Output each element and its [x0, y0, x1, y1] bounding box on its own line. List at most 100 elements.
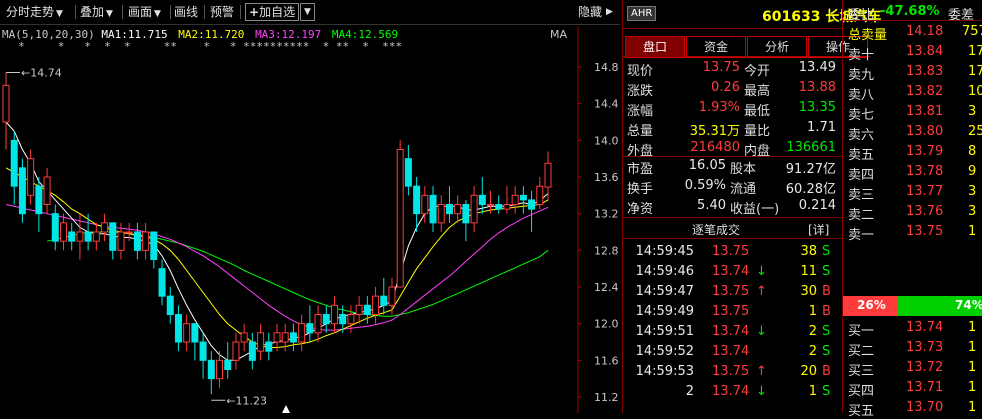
candle[interactable] [207, 351, 215, 395]
trade-side: B [822, 284, 831, 299]
candle[interactable] [445, 186, 453, 223]
candle-body [528, 199, 536, 210]
candle[interactable] [330, 296, 338, 333]
overlay-button[interactable]: 叠加 ▼ [80, 4, 113, 20]
candle[interactable] [322, 305, 330, 333]
candle[interactable] [470, 186, 478, 232]
candle[interactable] [133, 222, 141, 260]
hide-button[interactable]: 隐藏 [578, 4, 602, 20]
trade-side: B [822, 364, 831, 379]
draw-line-button[interactable]: 画线 [174, 4, 198, 20]
overlay-label: 叠加 [80, 5, 105, 19]
panel-divider [842, 0, 843, 413]
candle[interactable] [454, 195, 462, 223]
candle[interactable] [109, 222, 117, 260]
sell-level-label: 卖二 [848, 208, 875, 223]
candle[interactable] [92, 222, 100, 251]
candle-body [183, 323, 191, 343]
candle[interactable] [59, 213, 67, 251]
kline-chart[interactable]: 14.8 14.4 14.0 13.6 13.2 12.8 12.4 12.0 11.6 11.2… [0, 26, 620, 413]
candle[interactable] [388, 277, 396, 315]
candle[interactable] [10, 131, 18, 205]
candle[interactable] [199, 332, 207, 379]
candle-body [363, 304, 371, 316]
candle[interactable] [355, 296, 363, 324]
candle[interactable] [289, 323, 297, 352]
candle[interactable] [18, 158, 26, 223]
candle[interactable] [265, 332, 273, 361]
screen-button[interactable]: 画面 ▼ [128, 4, 161, 20]
candle[interactable] [519, 186, 527, 214]
quote-panel: AHR 601633 长城汽车 盘口 资金 分析 操作 现价 13.75 今开 13.… [622, 0, 982, 419]
dropdown-arrow-icon: ▼ [154, 9, 161, 19]
candle[interactable] [429, 186, 437, 232]
watchlist-dropdown-button[interactable]: ▼ [300, 3, 315, 21]
sell-level-price: 13.81 [906, 104, 944, 119]
sell-level-price: 13.80 [906, 124, 944, 139]
candle[interactable] [150, 231, 158, 269]
kline-chart-canvas[interactable]: 14.8 14.4 14.0 13.6 13.2 12.8 12.4 12.0 11.6 11.2… [0, 26, 620, 413]
candle[interactable] [191, 323, 199, 361]
candle[interactable] [142, 222, 150, 260]
candle[interactable] [372, 287, 380, 324]
sell-level-volume: 17 [968, 44, 982, 59]
candle[interactable] [84, 213, 92, 251]
candle[interactable] [544, 151, 552, 200]
buy-level-price: 13.73 [906, 340, 944, 355]
candle[interactable] [396, 140, 404, 288]
candle[interactable] [462, 199, 470, 242]
tab-funds[interactable]: 资金 [686, 36, 746, 58]
buy-level-price: 13.74 [906, 320, 944, 335]
add-watchlist-button[interactable]: +加自选 [245, 3, 300, 21]
tab-pankou[interactable]: 盘口 [625, 36, 685, 58]
trade-side: S [822, 264, 831, 279]
hide-arrow-icon[interactable]: ▶ [606, 4, 613, 20]
candle[interactable] [437, 195, 445, 232]
candle[interactable] [2, 72, 10, 150]
candle-body [257, 332, 265, 352]
candle[interactable] [404, 144, 412, 196]
candle[interactable] [174, 305, 182, 352]
buy-level-label: 买一 [848, 324, 875, 339]
candle[interactable] [298, 314, 306, 352]
trade-volume: 1 [808, 384, 817, 399]
candle[interactable] [495, 195, 503, 214]
candle[interactable] [257, 323, 265, 361]
candle[interactable] [183, 314, 191, 352]
candle[interactable] [27, 149, 35, 205]
tab-analysis[interactable]: 分析 [747, 36, 807, 58]
screen-label: 画面 [128, 5, 153, 19]
candle[interactable] [248, 332, 256, 370]
candle-body [92, 231, 100, 242]
candle[interactable] [306, 305, 314, 342]
candle[interactable] [240, 323, 248, 352]
trades-detail-link[interactable]: [详] [808, 221, 829, 238]
candle[interactable] [166, 287, 174, 324]
candle[interactable] [536, 177, 544, 210]
candle[interactable] [380, 277, 388, 315]
candle[interactable] [68, 222, 76, 251]
sell-level-price: 13.76 [906, 204, 944, 219]
candle[interactable] [224, 342, 232, 379]
candle[interactable] [528, 190, 536, 232]
candle-body [322, 314, 330, 325]
candle[interactable] [232, 332, 240, 370]
candle-body [495, 204, 503, 210]
candle-body [43, 176, 51, 205]
candle-body [281, 332, 289, 343]
price-tick-label: 11.2 [594, 391, 619, 404]
sell-level-price: 13.83 [906, 64, 944, 79]
candle[interactable] [51, 204, 59, 251]
candle[interactable] [503, 186, 511, 214]
candle-body [68, 231, 76, 242]
alert-button[interactable]: 预警 [210, 4, 234, 20]
candle[interactable] [511, 186, 519, 214]
buy-level-volume: 1 [968, 380, 977, 395]
candle[interactable] [158, 259, 166, 306]
ma2-line [5, 167, 549, 348]
candle[interactable] [43, 167, 51, 214]
intraday-button[interactable]: 分时走势 ▼ [6, 4, 63, 20]
candle[interactable] [314, 305, 322, 342]
candle-body [478, 194, 486, 205]
candle[interactable] [101, 213, 109, 242]
